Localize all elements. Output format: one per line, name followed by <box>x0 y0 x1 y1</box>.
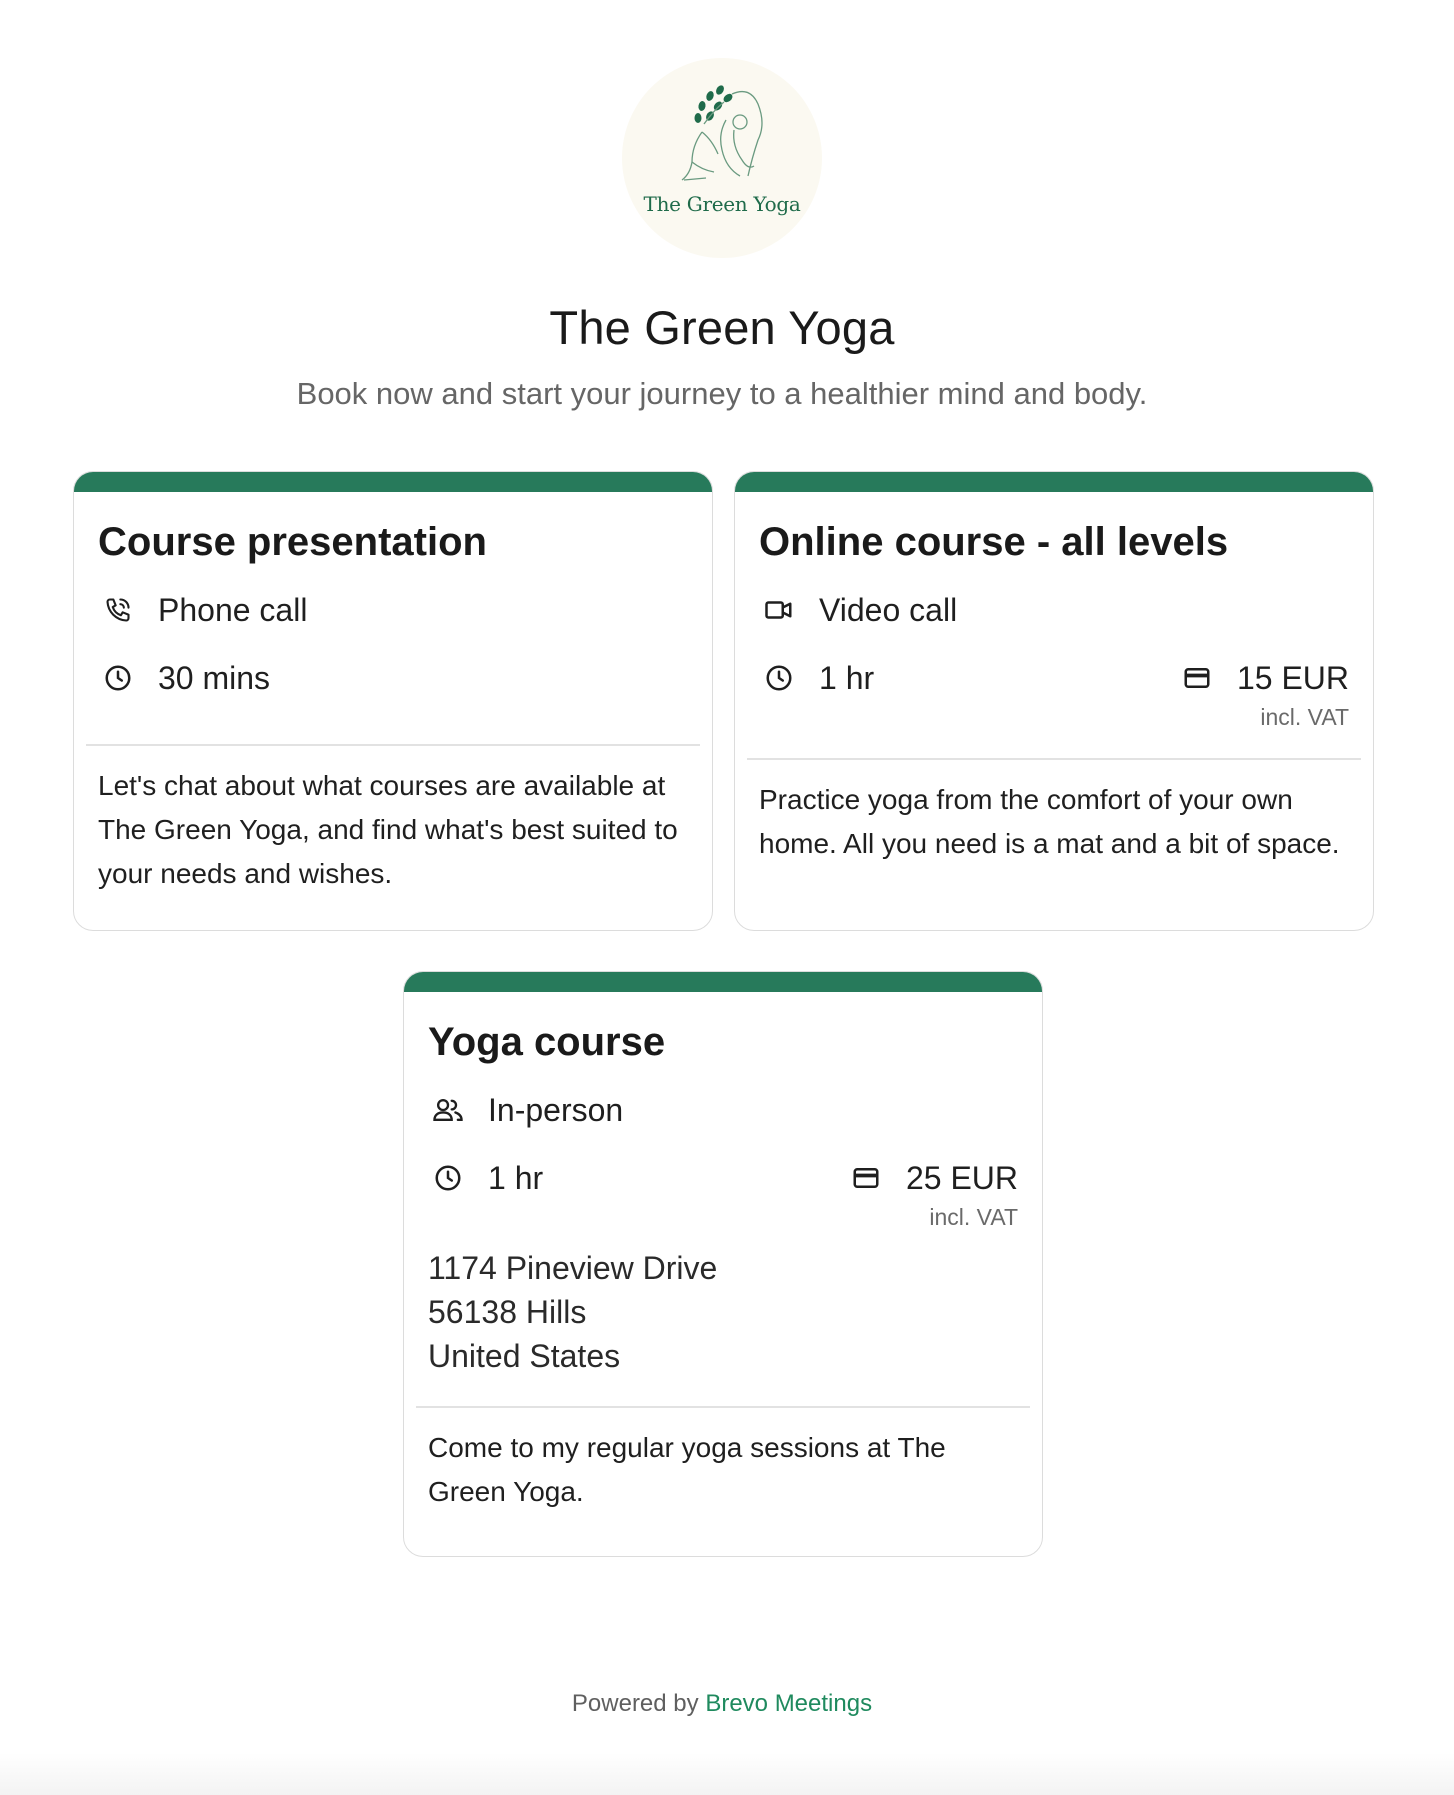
event-card-online-course[interactable]: Online course - all levels Video call 1 … <box>734 471 1374 931</box>
card-accent-bar <box>735 472 1373 492</box>
card-accent-bar <box>404 972 1042 992</box>
duration-price-row: 1 hr 15 EUR incl. VAT <box>759 658 1349 742</box>
card-description: Practice yoga from the comfort of your o… <box>759 783 1340 859</box>
clock-icon <box>98 658 138 698</box>
duration-price-row: 1 hr 25 EUR incl. VAT <box>428 1158 1018 1242</box>
powered-by-footer: Powered by Brevo Meetings <box>0 1690 1444 1718</box>
price-label: 15 EUR <box>1236 659 1349 696</box>
booking-page: The Green Yoga The Green Yoga Book now a… <box>0 0 1454 1795</box>
price-label: 25 EUR <box>905 1159 1018 1196</box>
duration-row: 30 mins <box>98 658 688 726</box>
brand-logo: The Green Yoga <box>622 58 822 258</box>
page-title: The Green Yoga <box>549 301 895 354</box>
vat-note: incl. VAT <box>929 1204 1018 1230</box>
meeting-type-row: Phone call <box>98 590 688 658</box>
meeting-type-row: Video call <box>759 590 1349 658</box>
card-title: Course presentation <box>98 520 487 564</box>
clock-icon <box>759 658 799 698</box>
event-card-yoga-course[interactable]: Yoga course In-person 1 hr 25 EUR incl. … <box>403 971 1043 1557</box>
duration-label: 1 hr <box>488 1159 544 1196</box>
brevo-meetings-link[interactable]: Brevo Meetings <box>705 1690 872 1717</box>
meeting-type-label: In-person <box>488 1091 624 1128</box>
yoga-figure-icon <box>681 85 763 181</box>
event-card-course-presentation[interactable]: Course presentation Phone call 30 mins L… <box>73 471 713 931</box>
card-title: Online course - all levels <box>759 520 1229 564</box>
address-line: United States <box>428 1338 621 1374</box>
people-icon <box>428 1090 468 1130</box>
card-description: Come to my regular yoga sessions at The … <box>428 1431 946 1507</box>
card-accent-bar <box>74 472 712 492</box>
credit-card-icon <box>1177 658 1217 698</box>
bottom-fade <box>0 1753 1454 1795</box>
video-icon <box>759 590 799 630</box>
card-description: Let's chat about what courses are availa… <box>98 769 678 889</box>
clock-icon <box>428 1158 468 1198</box>
meeting-type-row: In-person <box>428 1090 1018 1158</box>
duration-label: 1 hr <box>819 659 875 696</box>
venue-address: 1174 Pineview Drive 56138 Hills United S… <box>428 1246 1018 1378</box>
powered-by-text: Powered by <box>571 1690 699 1717</box>
meeting-type-label: Phone call <box>158 591 308 628</box>
vat-note: incl. VAT <box>1260 704 1349 730</box>
page-subtitle: Book now and start your journey to a hea… <box>296 376 1148 411</box>
credit-card-icon <box>846 1158 886 1198</box>
meeting-type-label: Video call <box>819 591 958 628</box>
address-line: 56138 Hills <box>428 1294 587 1330</box>
logo-wordmark: The Green Yoga <box>643 192 801 216</box>
card-title: Yoga course <box>428 1020 666 1064</box>
address-line: 1174 Pineview Drive <box>428 1250 718 1286</box>
duration-label: 30 mins <box>158 659 271 696</box>
phone-icon <box>98 590 138 630</box>
